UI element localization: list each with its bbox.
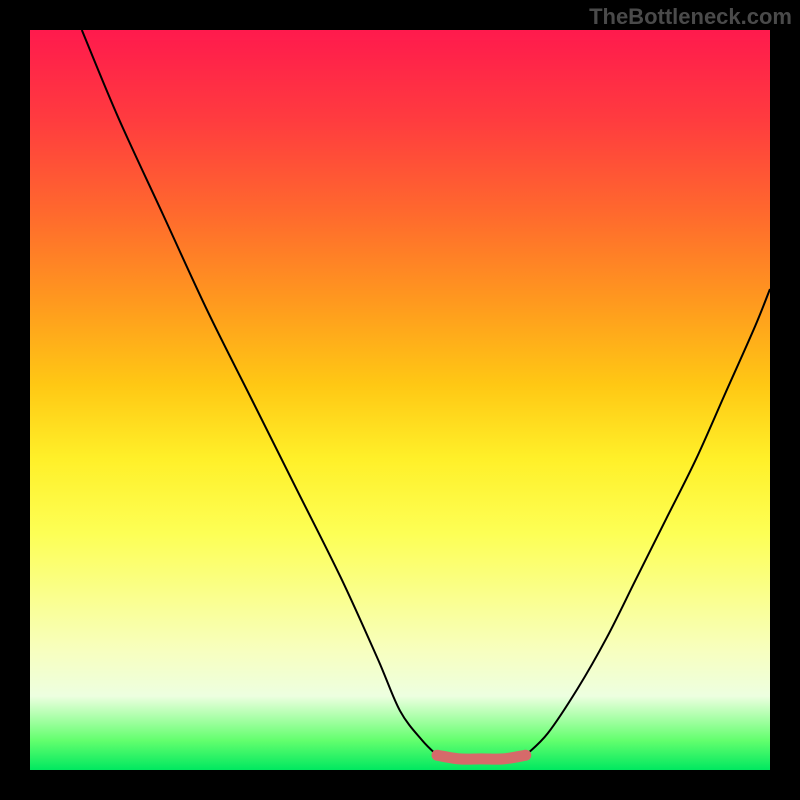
chart-frame: TheBottleneck.com	[0, 0, 800, 800]
credit-label: TheBottleneck.com	[589, 4, 792, 30]
right-curve	[526, 289, 770, 755]
chart-svg	[30, 30, 770, 770]
floor-segment	[437, 755, 526, 759]
left-curve	[82, 30, 437, 755]
